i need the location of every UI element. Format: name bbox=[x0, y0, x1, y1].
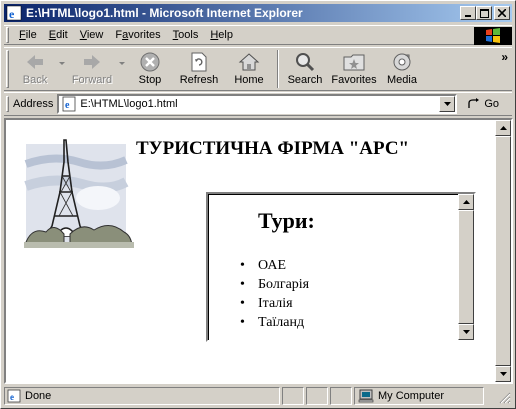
chevron-down-icon bbox=[59, 62, 65, 65]
frame-scroll-down-button[interactable] bbox=[458, 324, 474, 340]
forward-label: Forward bbox=[71, 74, 113, 86]
menu-help[interactable]: Help bbox=[204, 29, 239, 41]
forward-dropdown[interactable] bbox=[117, 48, 127, 90]
computer-icon bbox=[358, 389, 374, 403]
chevron-down-icon bbox=[443, 102, 451, 106]
forward-arrow-icon bbox=[84, 55, 100, 69]
tours-list: ОАЕ Болгарія Італія Таїланд bbox=[236, 256, 309, 332]
windows-logo-icon bbox=[474, 27, 512, 45]
frame-scroll-thumb[interactable] bbox=[458, 210, 474, 324]
home-icon bbox=[238, 53, 260, 71]
media-icon bbox=[393, 53, 411, 71]
page-scrollbar[interactable] bbox=[495, 120, 511, 382]
svg-text:e: e bbox=[65, 100, 70, 111]
page-done-icon: e bbox=[7, 389, 21, 403]
media-label: Media bbox=[387, 74, 417, 86]
menu-file[interactable]: File bbox=[13, 29, 43, 41]
address-bar: Address e E:\HTML\logo1.html Go bbox=[4, 92, 512, 116]
frame-scrollbar[interactable] bbox=[458, 194, 474, 340]
frame-scroll-up-button[interactable] bbox=[458, 194, 474, 210]
title-bar[interactable]: e E:\HTML\logo1.html - Microsoft Interne… bbox=[4, 4, 512, 22]
home-button[interactable]: Home bbox=[225, 48, 273, 90]
menu-edit[interactable]: Edit bbox=[43, 29, 74, 41]
page-scroll-down-button[interactable] bbox=[495, 366, 511, 382]
svg-text:e: e bbox=[10, 392, 14, 402]
media-button[interactable]: Media bbox=[381, 48, 423, 90]
go-arrow-icon bbox=[468, 98, 480, 108]
down-arrow-icon bbox=[462, 330, 470, 334]
favorites-label: Favorites bbox=[331, 74, 377, 86]
status-pane-2 bbox=[306, 387, 328, 405]
list-item: Італія bbox=[236, 294, 309, 313]
go-button[interactable]: Go bbox=[467, 98, 499, 110]
minimize-button[interactable] bbox=[460, 6, 476, 20]
search-icon bbox=[296, 53, 315, 72]
standard-toolbar: Back Forward Stop Refresh Home Search Fa… bbox=[4, 47, 512, 91]
address-grip[interactable] bbox=[6, 96, 9, 112]
tours-title: Тури: bbox=[258, 208, 315, 233]
status-bar: e Done My Computer bbox=[4, 387, 512, 405]
forward-button[interactable]: Forward bbox=[67, 48, 117, 90]
page-scroll-up-button[interactable] bbox=[495, 120, 511, 136]
maximize-button[interactable] bbox=[476, 6, 492, 20]
home-label: Home bbox=[234, 74, 264, 86]
toolbar-grip[interactable] bbox=[6, 50, 9, 88]
chevron-down-icon bbox=[119, 62, 125, 65]
status-zone-pane: My Computer bbox=[354, 387, 484, 405]
menu-view[interactable]: View bbox=[74, 29, 110, 41]
favorites-button[interactable]: Favorites bbox=[327, 48, 381, 90]
up-arrow-icon bbox=[499, 126, 507, 130]
refresh-button[interactable]: Refresh bbox=[173, 48, 225, 90]
list-item: ОАЕ bbox=[236, 256, 309, 275]
tours-frame: Тури: ОАЕ Болгарія Італія Таїланд bbox=[206, 192, 476, 342]
address-input[interactable]: e E:\HTML\logo1.html bbox=[57, 94, 458, 114]
search-button[interactable]: Search bbox=[283, 48, 327, 90]
maximize-icon bbox=[479, 8, 489, 18]
menu-favorites[interactable]: Favorites bbox=[109, 29, 166, 41]
stop-icon bbox=[140, 52, 160, 72]
back-arrow-icon bbox=[27, 55, 43, 69]
refresh-icon bbox=[191, 52, 207, 72]
go-label: Go bbox=[484, 98, 500, 110]
list-item: Таїланд bbox=[236, 313, 309, 332]
page-heading: ТУРИСТИЧНА ФІРМА "АРС" bbox=[136, 138, 410, 159]
back-button[interactable]: Back bbox=[13, 48, 57, 90]
down-arrow-icon bbox=[499, 372, 507, 376]
list-item: Болгарія bbox=[236, 275, 309, 294]
address-dropdown-button[interactable] bbox=[439, 96, 456, 112]
menu-bar: File Edit View Favorites Tools Help bbox=[4, 25, 512, 45]
ie-icon: e bbox=[6, 5, 22, 21]
back-dropdown[interactable] bbox=[57, 48, 67, 90]
stop-button[interactable]: Stop bbox=[127, 48, 173, 90]
address-value: E:\HTML\logo1.html bbox=[80, 98, 178, 110]
search-label: Search bbox=[287, 74, 323, 86]
page-content: ТУРИСТИЧНА ФІРМА "АРС" Тури: ОАЕ Болгарі… bbox=[4, 118, 513, 384]
menu-grip[interactable] bbox=[6, 27, 9, 43]
resize-grip-icon[interactable] bbox=[499, 392, 511, 404]
back-label: Back bbox=[22, 74, 48, 86]
eiffel-tower-image bbox=[24, 139, 134, 248]
page-scroll-thumb[interactable] bbox=[495, 136, 511, 366]
status-text: Done bbox=[25, 390, 52, 402]
ie-page-icon: e bbox=[62, 96, 76, 112]
refresh-label: Refresh bbox=[179, 74, 219, 86]
toolbar-more-chevron-icon[interactable]: » bbox=[501, 50, 508, 64]
status-pane-1 bbox=[282, 387, 304, 405]
browser-window: e E:\HTML\logo1.html - Microsoft Interne… bbox=[0, 0, 516, 409]
toolbar-separator bbox=[277, 50, 279, 88]
svg-text:e: e bbox=[9, 7, 15, 21]
window-controls bbox=[460, 6, 510, 20]
close-button[interactable] bbox=[494, 6, 510, 20]
zone-text: My Computer bbox=[378, 390, 445, 402]
favorites-icon bbox=[343, 54, 365, 71]
address-label: Address bbox=[13, 98, 54, 110]
status-pane-3 bbox=[330, 387, 352, 405]
close-icon bbox=[498, 9, 506, 17]
status-main-pane: e Done bbox=[4, 387, 280, 405]
window-title: E:\HTML\logo1.html - Microsoft Internet … bbox=[26, 6, 303, 20]
minimize-icon bbox=[465, 15, 471, 17]
menu-tools[interactable]: Tools bbox=[167, 29, 205, 41]
stop-label: Stop bbox=[138, 74, 162, 86]
up-arrow-icon bbox=[462, 200, 470, 204]
